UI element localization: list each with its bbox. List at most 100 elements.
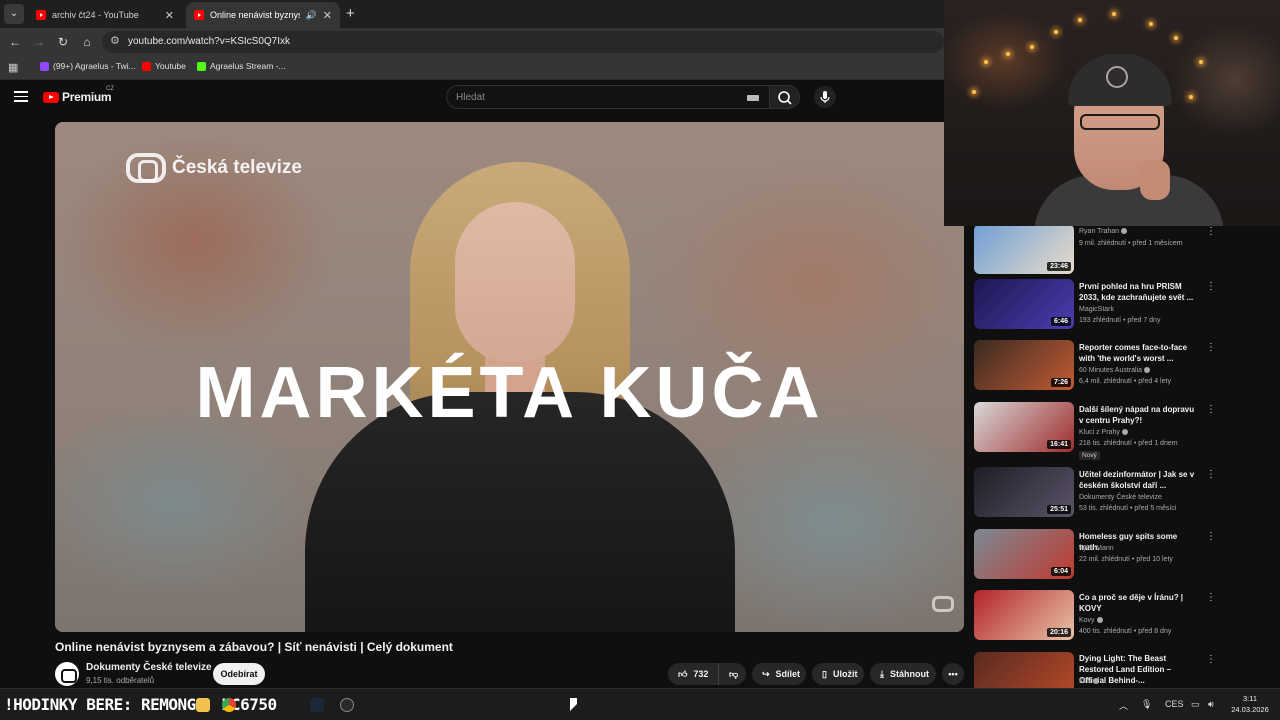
share-icon: ↪ [762,668,770,679]
microphone-tray-icon[interactable]: 🎙︎ [1141,699,1152,710]
recommendation-title[interactable]: Reporter comes face-to-face with 'the wo… [1079,342,1199,364]
search-input[interactable]: Hledat [446,85,770,109]
more-options-icon[interactable]: ⋮ [1206,531,1216,542]
recommendation-channel[interactable]: Tyler Mann [1079,545,1114,552]
apps-grid-icon[interactable]: ▦ [8,61,18,74]
more-actions-button[interactable]: ••• [942,663,964,685]
video-player[interactable]: Česká televize MARKÉTA KUČA [55,122,964,632]
recommendation-item[interactable]: Dying Light: The Beast Restored Land Edi… [974,652,1222,688]
recommendation-item[interactable]: 25:51 Učitel dezinformátor | Jak se v če… [974,467,1222,525]
chrome-icon[interactable] [222,698,236,712]
recommendation-item[interactable]: 20:16 Co a proč se děje v Íránu? | KOVY … [974,590,1222,648]
streamer-glasses [1080,114,1160,130]
download-label: Stáhnout [889,669,929,679]
video-thumbnail[interactable]: 6:46 [974,279,1074,329]
ct-logo-mark-icon [126,153,166,183]
tab-active-video[interactable]: Online nenávist byznysem 🔊 ✕ [186,2,340,28]
video-thumbnail[interactable]: 20:16 [974,590,1074,640]
like-button[interactable]: 👍︎ 732 [668,663,718,685]
channel-label: Kluci z Prahy [1079,429,1120,436]
more-options-icon[interactable]: ⋮ [1206,281,1216,292]
more-options-icon[interactable]: ⋮ [1206,654,1216,665]
logo-text: Premium [62,90,112,104]
recommendation-title[interactable]: Učitel dezinformátor | Jak se v českém š… [1079,469,1199,491]
video-title: Online nenávist byznysem a zábavou? | Sí… [55,640,453,654]
app-icon[interactable] [340,698,354,712]
recommendation-channel[interactable]: 60 Minutes Australia [1079,367,1151,374]
channel-name[interactable]: Dokumenty České televize [86,662,212,673]
tab-archiv-ct24[interactable]: archiv čt24 - YouTube ✕ [28,2,182,28]
close-tab-icon[interactable]: ✕ [323,9,332,22]
voice-search-button[interactable] [814,86,836,108]
chevron-up-icon[interactable]: ︿ [1119,699,1128,712]
channel-avatar[interactable] [55,662,79,686]
address-bar[interactable]: ⚙ youtube.com/watch?v=KSIcS0Q7Ixk [102,31,944,53]
steam-icon[interactable] [310,698,324,712]
tab-search-button[interactable]: ⌄ [4,4,24,24]
bookmark-icon: ▯ [822,668,827,679]
system-clock[interactable]: 3:11 24.03.2026 [1226,693,1274,715]
verified-icon [1093,678,1100,685]
back-arrow-icon[interactable]: ← [6,33,24,51]
recommendation-meta: 218 tis. zhlédnutí • před 1 dnem [1079,440,1178,447]
recommendation-channel[interactable]: IGN [1079,678,1100,685]
like-count: 732 [693,669,709,679]
mouse-cursor-icon [570,698,577,711]
home-icon[interactable]: ⌂ [78,33,96,51]
file-explorer-icon[interactable] [196,698,210,712]
recommendation-channel[interactable]: MagicStark [1079,306,1114,313]
recommendation-channel[interactable]: Kluci z Prahy [1079,429,1128,436]
ct-logo-text: Česká televize [172,157,302,178]
new-tab-button[interactable]: + [346,5,355,22]
taskbar: !HODINKY BERE: REMONG KC6750 ︿ 🎙︎ CES ▭ 🔊… [0,688,1280,720]
dislike-button[interactable]: 👎︎ [718,663,746,685]
video-thumbnail[interactable]: 6:04 [974,529,1074,579]
recommendation-title[interactable]: Co a proč se děje v Íránu? | KOVY [1079,592,1199,614]
share-button[interactable]: ↪ Sdílet [752,663,806,685]
bookmarks-bar: ▦ (99+) Agraelus - Twi... Youtube Agrael… [0,56,944,80]
bookmark-youtube[interactable]: Youtube [142,61,186,71]
download-button[interactable]: ⤓ Stáhnout [870,663,936,685]
search-button[interactable] [770,85,800,109]
video-thumbnail[interactable]: 25:51 [974,467,1074,517]
video-thumbnail[interactable] [974,652,1074,688]
recommendation-title[interactable]: Další šílený nápad na dopravu v centru P… [1079,404,1199,426]
volume-icon[interactable]: 🔊︎ [1208,699,1214,710]
video-thumbnail[interactable]: 16:41 [974,402,1074,452]
bookmark-label: Youtube [155,61,186,71]
save-button[interactable]: ▯ Uložit [812,663,864,685]
more-options-icon[interactable]: ⋮ [1206,226,1216,237]
youtube-logo[interactable]: Premium CZ [43,86,114,104]
speaker-icon[interactable]: 🔊 [306,10,317,21]
recommendation-item[interactable]: 7:26 Reporter comes face-to-face with 't… [974,340,1222,398]
forward-arrow-icon[interactable]: → [30,33,48,51]
verified-icon [1121,429,1128,436]
more-options-icon[interactable]: ⋮ [1206,469,1216,480]
video-thumbnail[interactable]: 23:46 [974,226,1074,274]
bookmark-twitch[interactable]: (99+) Agraelus - Twi... [40,61,136,71]
recommendation-item[interactable]: 6:04 Homeless guy spits some truth. Tyle… [974,529,1222,587]
kick-icon [197,61,206,71]
recommendation-title[interactable]: První pohled na hru PRISM 2033, kde zach… [1079,281,1199,303]
keyboard-icon[interactable] [747,95,759,101]
reload-icon[interactable]: ↻ [54,33,72,51]
recommendation-item[interactable]: 6:46 První pohled na hru PRISM 2033, kde… [974,279,1222,337]
recommendation-channel[interactable]: Kovy [1079,617,1103,624]
close-tab-icon[interactable]: ✕ [165,9,174,22]
recommendation-channel[interactable]: Dokumenty České televize [1079,494,1162,501]
recommendation-item[interactable]: 23:46 Ryan Trahan 9 mil. zhlédnutí • pře… [974,226,1222,282]
video-thumbnail[interactable]: 7:26 [974,340,1074,390]
more-options-icon[interactable]: ⋮ [1206,404,1216,415]
menu-icon[interactable] [14,91,28,102]
keyboard-language[interactable]: CES [1165,699,1184,709]
more-options-icon[interactable]: ⋮ [1206,342,1216,353]
subscribe-button[interactable]: Odebírat [213,663,265,685]
network-icon[interactable]: ▭ [1191,699,1200,710]
recommendation-item[interactable]: 16:41 Další šílený nápad na dopravu v ce… [974,402,1222,460]
more-options-icon[interactable]: ⋮ [1206,592,1216,603]
fairy-light [984,60,988,64]
site-info-icon[interactable]: ⚙ [110,34,120,47]
bookmark-kick[interactable]: Agraelus Stream -... [197,61,286,71]
recommendation-channel[interactable]: Ryan Trahan [1079,228,1128,235]
logo-region: CZ [106,86,114,92]
